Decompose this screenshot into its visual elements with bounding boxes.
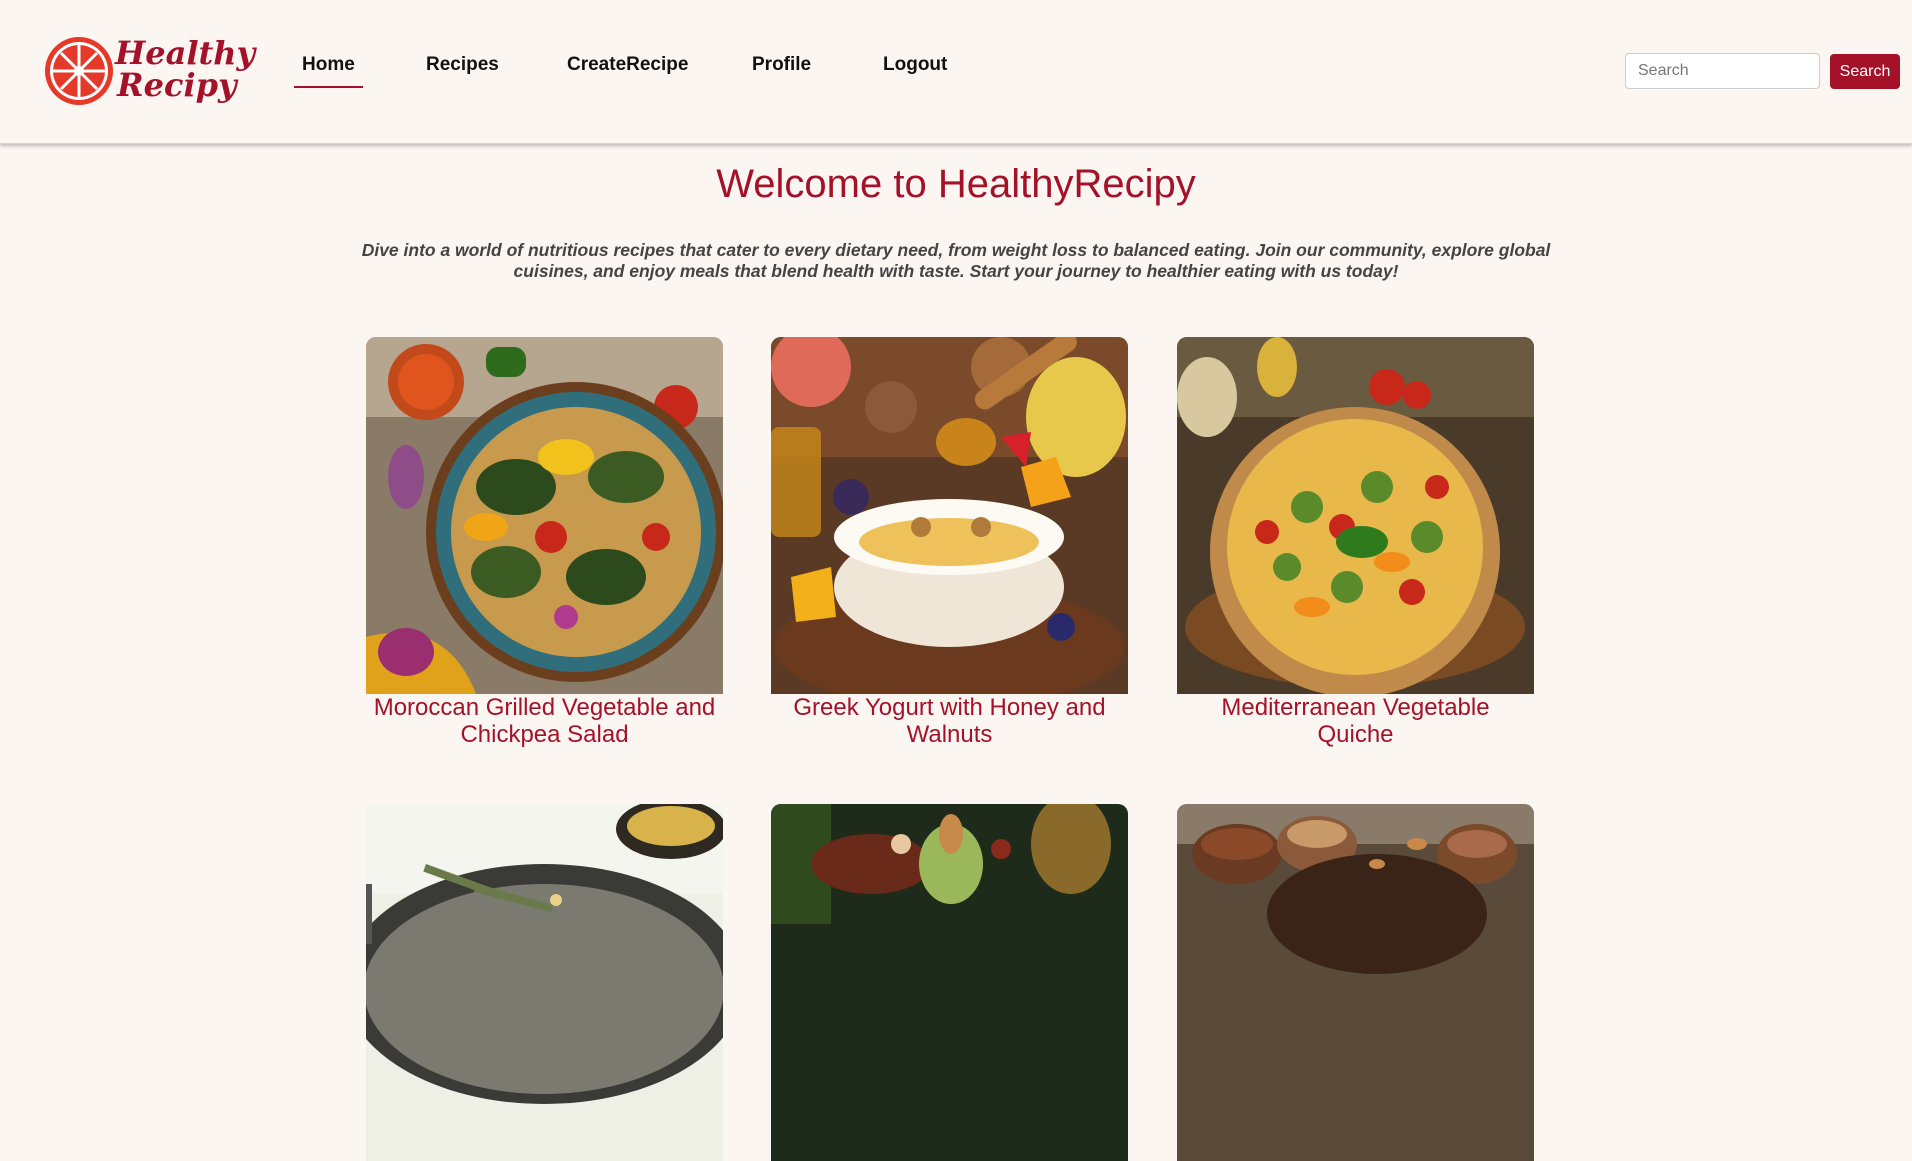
recipe-title[interactable]: Mediterranean Vegetable Quiche [1177, 694, 1534, 748]
recipe-card[interactable] [366, 804, 723, 1161]
logo[interactable]: Healthy Recipy [43, 33, 255, 108]
hero-description: Dive into a world of nutritious recipes … [361, 240, 1551, 281]
navbar: Healthy Recipy Home Recipes CreateRecipe… [0, 0, 1912, 144]
logo-line-2: Recipy [117, 66, 237, 104]
recipe-card[interactable]: Greek Yogurt with Honey and Walnuts [771, 337, 1128, 748]
search-button[interactable]: Search [1830, 54, 1900, 89]
logo-line-1: Healthy [115, 34, 256, 72]
recipe-image[interactable] [1177, 804, 1534, 1161]
recipe-image[interactable] [366, 804, 723, 1161]
nav-logout[interactable]: Logout [883, 54, 947, 76]
recipe-card[interactable]: Mediterranean Vegetable Quiche [1177, 337, 1534, 748]
nav-profile[interactable]: Profile [752, 54, 811, 76]
recipe-title[interactable]: Greek Yogurt with Honey and Walnuts [771, 694, 1128, 748]
recipe-title[interactable]: Moroccan Grilled Vegetable and Chickpea … [366, 694, 723, 748]
nav-recipes[interactable]: Recipes [426, 54, 499, 76]
recipe-card[interactable]: Moroccan Grilled Vegetable and Chickpea … [366, 337, 723, 748]
recipe-image[interactable] [771, 337, 1128, 694]
recipe-card[interactable] [1177, 804, 1534, 1161]
orange-slice-icon [45, 37, 113, 105]
nav-home[interactable]: Home [294, 54, 363, 88]
recipe-image[interactable] [366, 337, 723, 694]
logo-text: Healthy Recipy [115, 37, 255, 101]
recipe-card[interactable] [771, 804, 1128, 1161]
recipe-image[interactable] [1177, 337, 1534, 694]
page-title: Welcome to HealthyRecipy [716, 162, 1196, 206]
search-input[interactable] [1625, 53, 1820, 89]
nav-create-recipe[interactable]: CreateRecipe [567, 54, 688, 76]
recipe-image[interactable] [771, 804, 1128, 1161]
